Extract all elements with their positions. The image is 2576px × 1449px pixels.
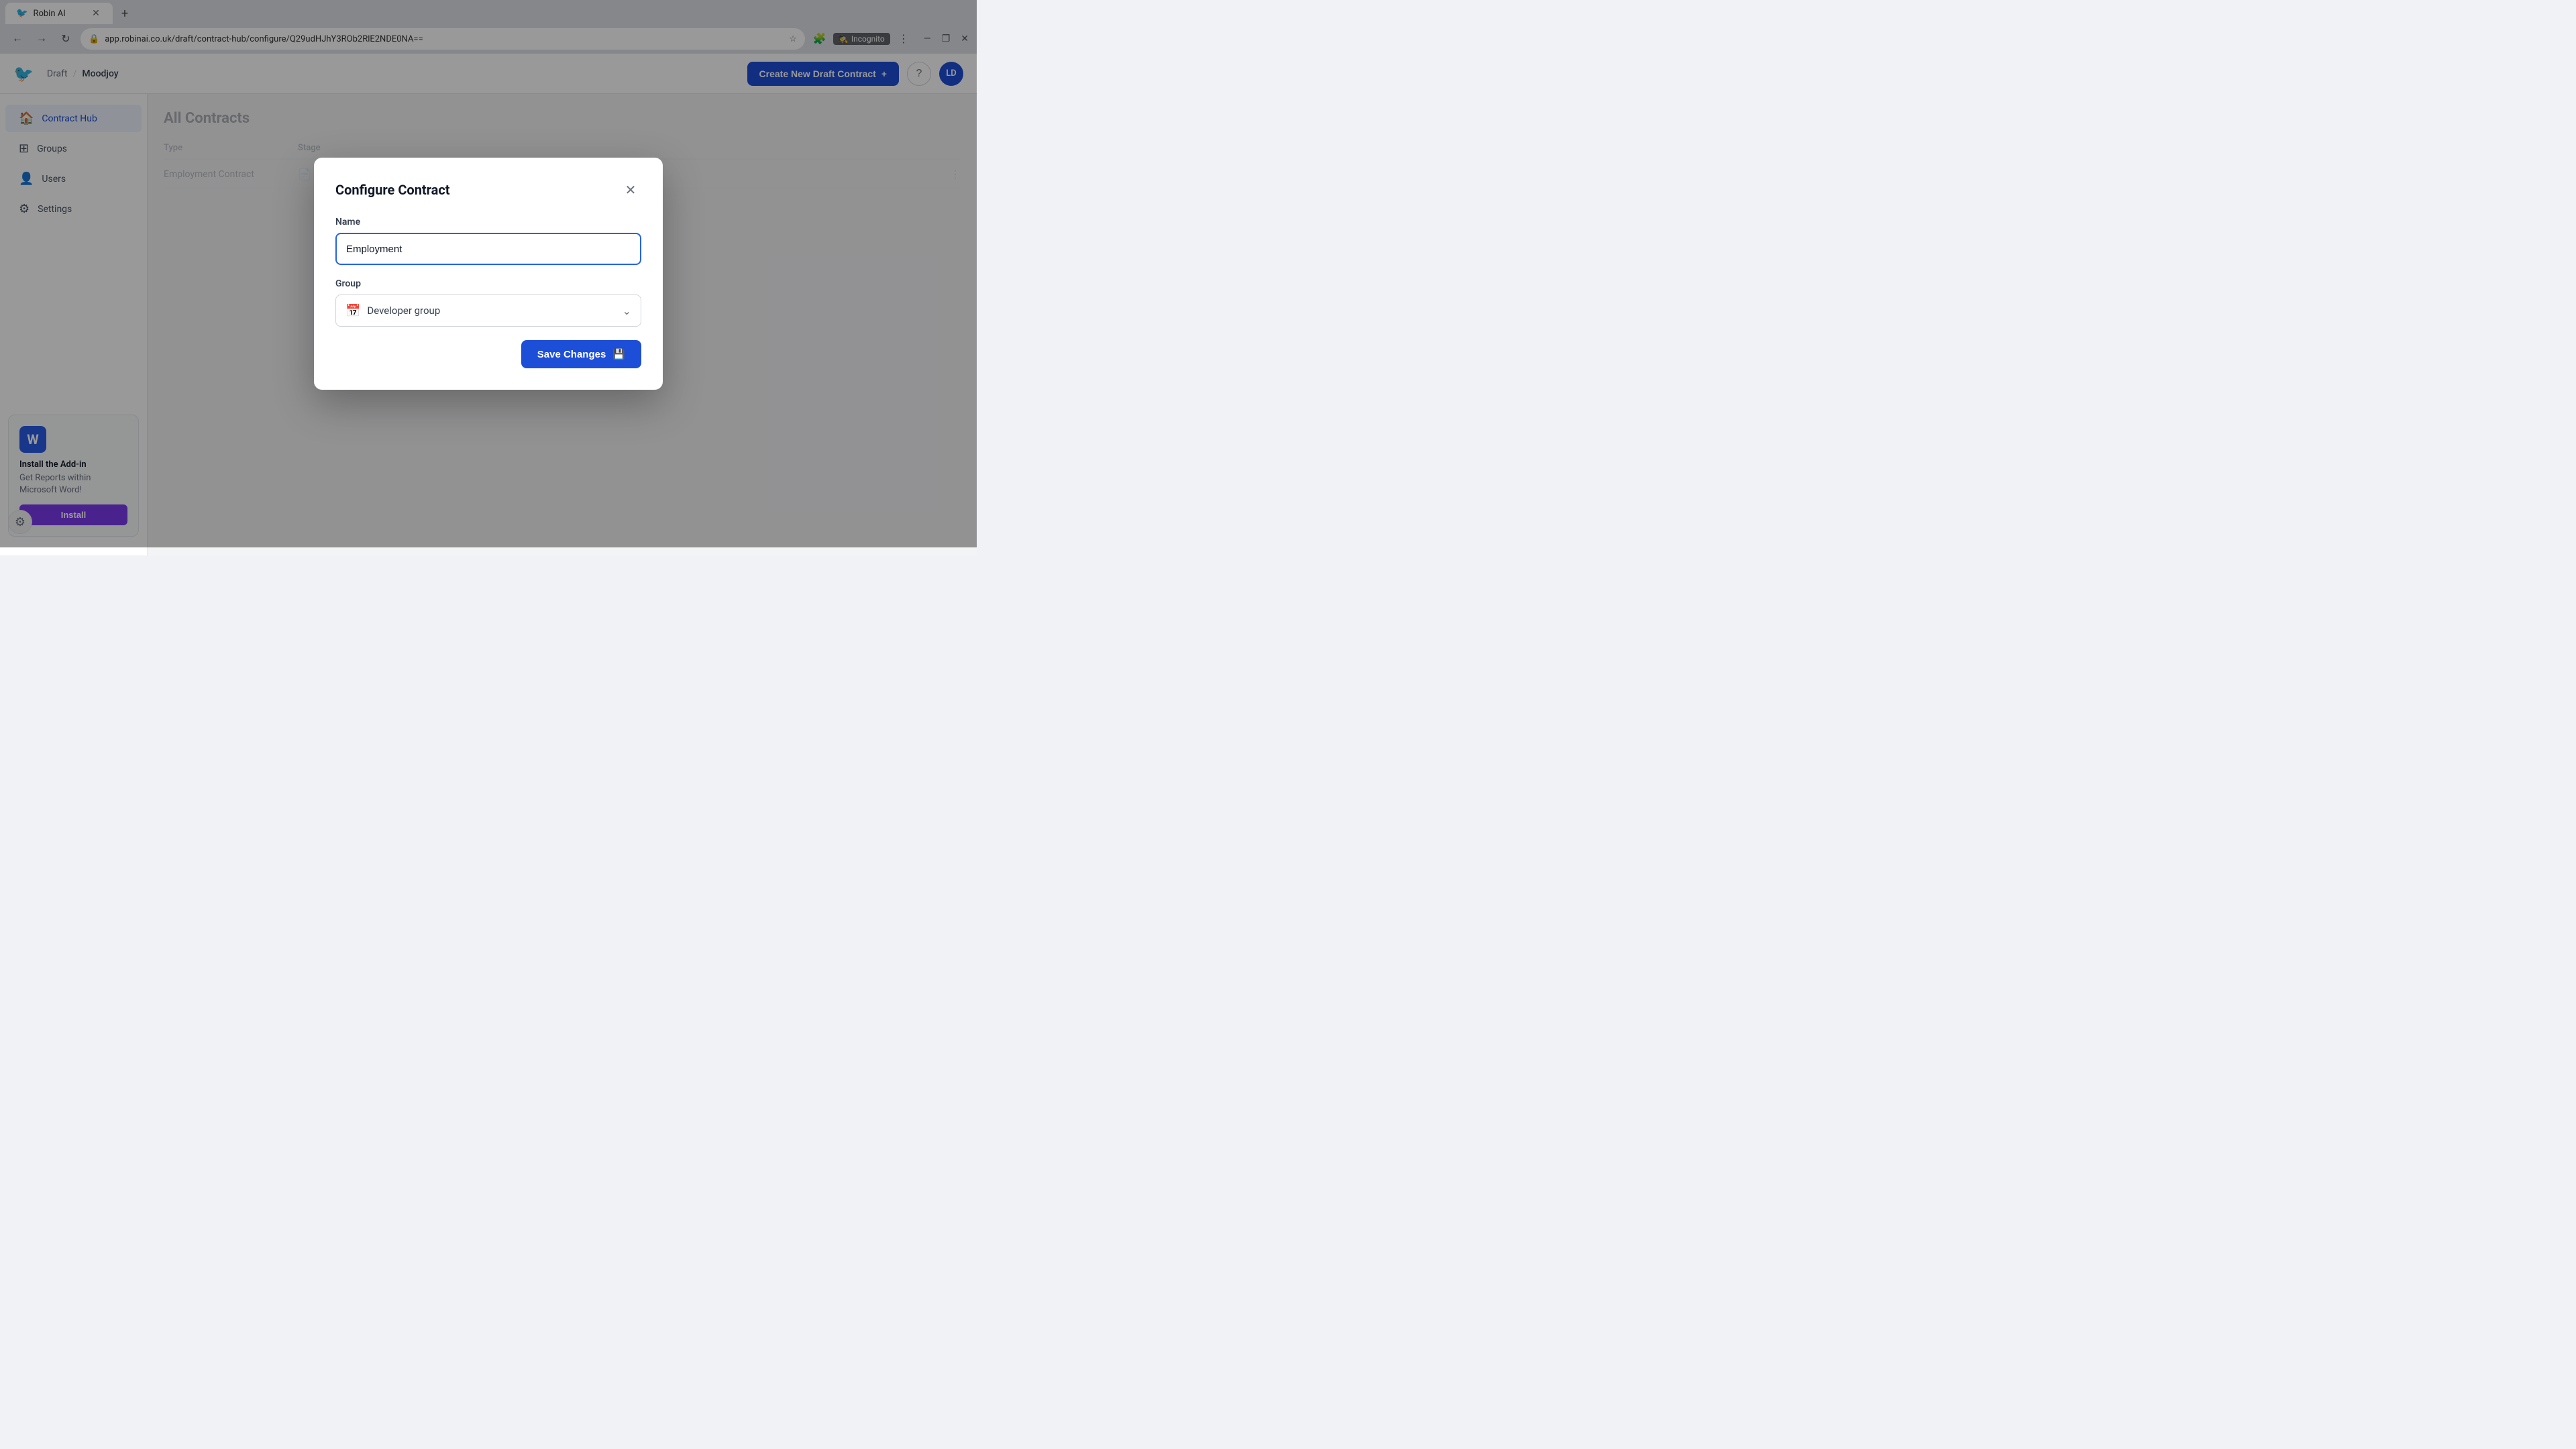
group-select-value: Developer group xyxy=(367,305,622,317)
calendar-icon: 📅 xyxy=(345,304,360,318)
configure-contract-modal: Configure Contract ✕ Name Group 📅 Develo… xyxy=(314,158,663,390)
modal-overlay: Configure Contract ✕ Name Group 📅 Develo… xyxy=(0,0,977,547)
save-btn-label: Save Changes xyxy=(537,349,606,360)
modal-close-button[interactable]: ✕ xyxy=(620,179,641,201)
modal-footer: Save Changes 💾 xyxy=(335,340,641,368)
name-input[interactable] xyxy=(335,233,641,265)
save-changes-button[interactable]: Save Changes 💾 xyxy=(521,340,641,368)
name-field-group: Name xyxy=(335,217,641,265)
name-label: Name xyxy=(335,217,641,227)
modal-header: Configure Contract ✕ xyxy=(335,179,641,201)
chevron-down-icon: ⌄ xyxy=(623,305,631,317)
modal-title: Configure Contract xyxy=(335,182,450,198)
group-select[interactable]: 📅 Developer group ⌄ xyxy=(335,294,641,327)
group-label: Group xyxy=(335,278,641,289)
group-field-group: Group 📅 Developer group ⌄ xyxy=(335,278,641,327)
save-icon: 💾 xyxy=(612,348,625,360)
